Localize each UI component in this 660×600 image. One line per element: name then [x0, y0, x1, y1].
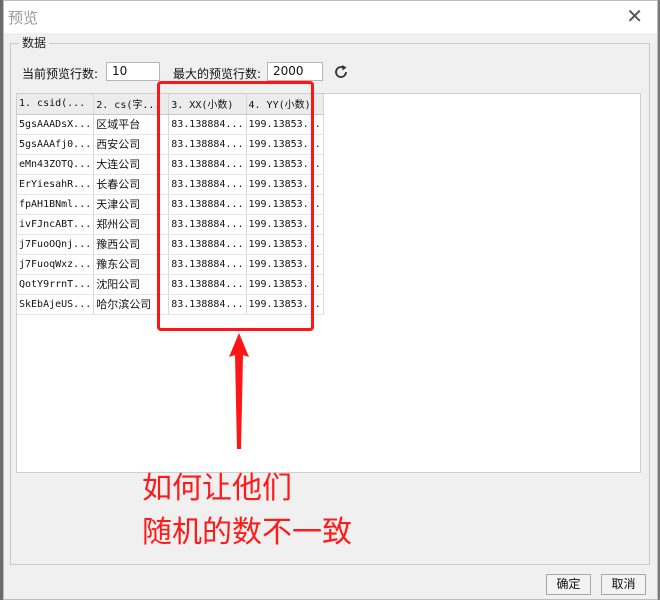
cell-cs: 长春公司: [93, 174, 170, 195]
cell-csid: j7FuoOQnj...: [17, 234, 95, 255]
cell-csid: QotY9rrnT...: [17, 274, 95, 295]
cell-xx: 83.138884...: [168, 194, 247, 215]
cell-yy: 199.13853...: [246, 274, 324, 295]
cell-csid: 5gsAAAfj0...: [17, 134, 95, 155]
current-rows-label: 当前预览行数:: [22, 67, 99, 81]
cell-xx: 83.138884...: [168, 154, 247, 175]
table-row[interactable]: ivFJncABT... 郑州公司 83.138884... 199.13853…: [17, 214, 324, 235]
table-row[interactable]: j7FuoOQnj... 豫西公司 83.138884... 199.13853…: [17, 234, 324, 255]
column-header-yy[interactable]: 4. YY(小数): [246, 94, 324, 115]
cell-xx: 83.138884...: [168, 174, 247, 195]
cell-cs: 区域平台: [93, 114, 170, 135]
max-rows-input[interactable]: 2000: [267, 62, 323, 81]
refresh-icon[interactable]: [332, 63, 350, 81]
preview-table: 1. csid(... 2. cs(字... 3. XX(小数) 4. YY(小…: [17, 94, 324, 315]
cell-cs: 哈尔滨公司: [93, 294, 170, 315]
table-row[interactable]: 5gsAAAfj0... 西安公司 83.138884... 199.13853…: [17, 134, 324, 155]
cell-cs: 郑州公司: [93, 214, 170, 235]
cell-cs: 西安公司: [93, 134, 170, 155]
cell-csid: SkEbAjeUS...: [17, 294, 95, 315]
cell-cs: 沈阳公司: [93, 274, 170, 295]
table-row[interactable]: SkEbAjeUS... 哈尔滨公司 83.138884... 199.1385…: [17, 294, 324, 315]
cell-yy: 199.13853...: [246, 234, 324, 255]
cancel-button[interactable]: 取消: [601, 574, 646, 595]
title-bar: 预览 ✕: [4, 1, 657, 33]
table-row[interactable]: eMn43ZOTQ... 大连公司 83.138884... 199.13853…: [17, 154, 324, 175]
cell-xx: 83.138884...: [168, 254, 247, 275]
cell-yy: 199.13853...: [246, 214, 324, 235]
cell-cs: 大连公司: [93, 154, 170, 175]
preview-dialog: 预览 ✕ 数据 当前预览行数: 10 最大的预览行数: 2000 1. csid…: [3, 0, 658, 600]
cell-xx: 83.138884...: [168, 134, 247, 155]
cell-csid: j7FuoqWxz...: [17, 254, 95, 275]
table-header-row: 1. csid(... 2. cs(字... 3. XX(小数) 4. YY(小…: [17, 94, 324, 115]
cell-cs: 天津公司: [93, 194, 170, 215]
cell-csid: fpAH1BNml...: [17, 194, 95, 215]
cell-yy: 199.13853...: [246, 134, 324, 155]
table-row[interactable]: 5gsAAADsX... 区域平台 83.138884... 199.13853…: [17, 114, 324, 135]
cell-xx: 83.138884...: [168, 274, 247, 295]
cell-csid: ivFJncABT...: [17, 214, 95, 235]
cell-xx: 83.138884...: [168, 114, 247, 135]
ok-button[interactable]: 确定: [546, 574, 591, 595]
cell-yy: 199.13853...: [246, 254, 324, 275]
table-row[interactable]: j7FuoqWxz... 豫东公司 83.138884... 199.13853…: [17, 254, 324, 275]
cell-yy: 199.13853...: [246, 294, 324, 315]
cell-yy: 199.13853...: [246, 114, 324, 135]
cell-cs: 豫西公司: [93, 234, 170, 255]
table-row[interactable]: QotY9rrnT... 沈阳公司 83.138884... 199.13853…: [17, 274, 324, 295]
cell-csid: ErYiesahR...: [17, 174, 95, 195]
annotation-text-line1: 如何让他们: [142, 471, 292, 506]
current-rows-input[interactable]: 10: [106, 62, 160, 81]
annotation-text-line2: 随机的数不一致: [142, 515, 352, 550]
cell-yy: 199.13853...: [246, 174, 324, 195]
cell-yy: 199.13853...: [246, 154, 324, 175]
cell-xx: 83.138884...: [168, 214, 247, 235]
cell-yy: 199.13853...: [246, 194, 324, 215]
column-header-csid[interactable]: 1. csid(...: [17, 94, 95, 115]
preview-table-area: 1. csid(... 2. cs(字... 3. XX(小数) 4. YY(小…: [16, 93, 641, 473]
table-row[interactable]: ErYiesahR... 长春公司 83.138884... 199.13853…: [17, 174, 324, 195]
group-label: 数据: [19, 34, 50, 51]
cell-csid: 5gsAAADsX...: [17, 114, 95, 135]
column-header-cs[interactable]: 2. cs(字...: [93, 94, 170, 115]
cell-csid: eMn43ZOTQ...: [17, 154, 95, 175]
dialog-title: 预览: [8, 9, 39, 27]
table-row[interactable]: fpAH1BNml... 天津公司 83.138884... 199.13853…: [17, 194, 324, 215]
close-icon[interactable]: ✕: [626, 5, 643, 27]
column-header-xx[interactable]: 3. XX(小数): [168, 94, 247, 115]
cell-cs: 豫东公司: [93, 254, 170, 275]
cell-xx: 83.138884...: [168, 294, 247, 315]
max-rows-label: 最大的预览行数:: [173, 67, 262, 81]
cell-xx: 83.138884...: [168, 234, 247, 255]
